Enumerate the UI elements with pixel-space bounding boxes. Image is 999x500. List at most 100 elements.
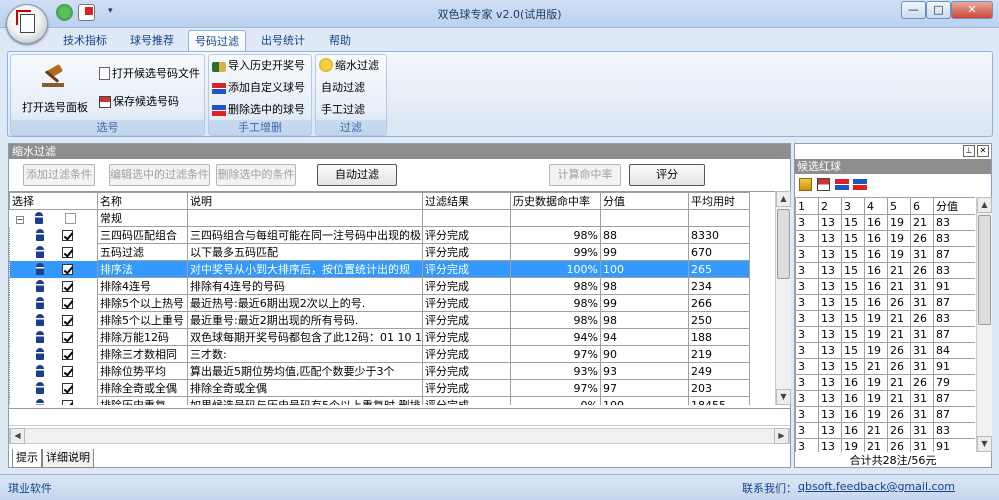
red-table-row[interactable]: 3 13 15 16 26 31 87 [795, 294, 975, 311]
table-row[interactable]: 排除5个以上热号 最近热号:最近6期出现2次以上的号. 评分完成 98% 99 266 [9, 294, 750, 312]
col-header-select[interactable]: 选择 [9, 192, 98, 210]
save-candidate-button[interactable]: 保存候选号码 [99, 93, 179, 111]
tab-help[interactable]: 帮助 [320, 30, 360, 52]
red-table-row[interactable]: 3 13 16 21 26 31 83 [795, 422, 975, 439]
scroll-up-icon[interactable]: ▲ [776, 191, 791, 207]
red-col-header[interactable]: 6 [910, 197, 934, 215]
row-checkbox[interactable] [61, 348, 73, 360]
red-table-row[interactable]: 3 13 15 16 21 31 91 [795, 278, 975, 295]
add-custom-ball-button[interactable]: 添加自定义球号 [212, 79, 305, 97]
manual-filter-button[interactable]: 手工过滤 [321, 101, 365, 119]
panel-close-icon[interactable]: ✕ [977, 145, 989, 157]
red-table-scrollbar[interactable]: ▲ ▼ [976, 197, 992, 452]
scroll-left-icon[interactable]: ◀ [10, 428, 25, 444]
row-checkbox[interactable] [61, 280, 73, 292]
red-col-header[interactable]: 2 [818, 197, 842, 215]
minimize-button[interactable]: — [901, 1, 926, 19]
horizontal-scrollbar[interactable]: ◀ ▶ [9, 428, 790, 444]
table-row[interactable]: 五码过滤 以下最多五码匹配 评分完成 99% 99 670 [9, 243, 750, 261]
row-checkbox[interactable] [61, 399, 73, 405]
col-header-score[interactable]: 分值 [600, 192, 689, 210]
red-table-row[interactable]: 3 13 15 19 26 31 84 [795, 342, 975, 359]
pin-icon[interactable]: ⊥ [963, 145, 975, 157]
red-col-header[interactable]: 4 [864, 197, 888, 215]
row-checkbox[interactable] [61, 229, 73, 241]
refresh-icon[interactable] [56, 4, 73, 21]
red-scroll-down-icon[interactable]: ▼ [977, 436, 992, 452]
tab-technical-indicators[interactable]: 技术指标 [56, 30, 114, 52]
tip-text-area[interactable] [9, 408, 790, 426]
col-header-hit-rate[interactable]: 历史数据命中率 [510, 192, 601, 210]
score-button[interactable]: 评分 [629, 164, 705, 186]
remove-red-icon[interactable] [853, 179, 867, 190]
red-table-row[interactable]: 3 13 15 16 19 31 87 [795, 246, 975, 263]
red-col-header[interactable]: 3 [841, 197, 865, 215]
red-table-row[interactable]: 3 13 16 19 21 26 79 [795, 374, 975, 391]
red-col-header[interactable]: 分值 [933, 197, 975, 215]
tab-tips[interactable]: 提示 [12, 449, 42, 468]
red-table-row[interactable]: 3 13 15 16 19 26 83 [795, 230, 975, 247]
tree-collapse-icon[interactable]: − [15, 215, 24, 224]
row-checkbox[interactable] [61, 263, 73, 275]
red-table-row[interactable]: 3 13 15 19 21 26 83 [795, 310, 975, 327]
delete-filter-button[interactable]: 删除选中的条件 [216, 164, 296, 186]
row-checkbox[interactable] [61, 331, 73, 343]
table-row[interactable]: 排除三才数相同 三才数: 评分完成 97% 90 219 [9, 345, 750, 363]
row-checkbox[interactable] [61, 297, 73, 309]
red-table-row[interactable]: 3 13 16 19 26 31 87 [795, 406, 975, 423]
tab-ball-recommend[interactable]: 球号推荐 [122, 30, 182, 52]
app-menu-button[interactable] [6, 4, 48, 44]
save-red-icon[interactable] [817, 178, 830, 191]
auto-filter-run-button[interactable]: 自动过滤 [317, 164, 397, 186]
red-col-header[interactable]: 5 [887, 197, 911, 215]
col-header-desc[interactable]: 说明 [187, 192, 423, 210]
col-header-result[interactable]: 过滤结果 [422, 192, 511, 210]
table-row[interactable]: 排序法 对中奖号从小到大排序后，按位置统计出的规 评分完成 100% 100 265 [9, 260, 750, 278]
document-icon[interactable] [78, 4, 95, 21]
table-row[interactable]: 排除4连号 排除有4连号的号码 评分完成 98% 98 234 [9, 277, 750, 295]
tab-number-filter[interactable]: 号码过滤 [188, 30, 246, 52]
quick-access-dropdown-icon[interactable]: ▾ [108, 6, 113, 16]
import-history-button[interactable]: 导入历史开奖号 [212, 57, 305, 75]
table-row[interactable]: 排除历史重复如果候选号码与历史号码有5个以上重复时,删排评分完成0%100184… [9, 396, 750, 405]
table-vertical-scrollbar[interactable]: ▲ ▼ [775, 191, 791, 405]
red-table-row[interactable]: 3 13 15 19 21 31 87 [795, 326, 975, 343]
calc-hit-rate-button[interactable]: 计算命中率 [549, 164, 621, 186]
red-table-row[interactable]: 3 13 15 16 21 26 83 [795, 262, 975, 279]
row-checkbox[interactable] [61, 314, 73, 326]
col-header-avg-time[interactable]: 平均用时 [688, 192, 750, 210]
tab-details[interactable]: 详细说明 [42, 449, 94, 468]
scroll-thumb[interactable] [777, 209, 790, 279]
red-scroll-up-icon[interactable]: ▲ [977, 197, 992, 213]
table-row[interactable]: 排除全奇或全偶 排除全奇或全偶 评分完成 97% 97 203 [9, 379, 750, 397]
red-col-header[interactable]: 1 [795, 197, 819, 215]
open-selection-panel-button[interactable]: 打开选号面板 [15, 61, 95, 114]
folder-open-icon[interactable] [799, 178, 812, 191]
red-table-row[interactable]: 3 13 19 21 26 31 91 [795, 438, 975, 452]
red-table-row[interactable]: 3 13 15 21 26 31 91 [795, 358, 975, 375]
row-checkbox[interactable] [61, 246, 73, 258]
maximize-button[interactable]: □ [926, 1, 951, 19]
add-filter-button[interactable]: 添加过滤条件 [23, 164, 95, 186]
row-checkbox[interactable] [61, 382, 73, 394]
close-button[interactable]: ✕ [951, 1, 993, 19]
add-red-icon[interactable] [835, 179, 849, 190]
row-checkbox[interactable] [61, 365, 73, 377]
table-row[interactable]: 排除位势平均 算出最近5期位势均值,匹配个数要少于3个 评分完成 93% 93 249 [9, 362, 750, 380]
table-row[interactable]: 排除万能12码 双色球每期开奖号码都包含了此12码：01 10 11 评分完成 94%… [9, 328, 750, 346]
open-candidate-file-button[interactable]: 打开候选号码文件 [99, 65, 200, 83]
delete-selected-ball-button[interactable]: 删除选中的球号 [212, 101, 305, 119]
red-table-row[interactable]: 3 13 15 16 19 21 83 [795, 214, 975, 231]
shrink-filter-button[interactable]: 缩水过滤 [319, 57, 379, 75]
scroll-down-icon[interactable]: ▼ [776, 389, 791, 405]
scroll-right-icon[interactable]: ▶ [774, 428, 789, 444]
auto-filter-button[interactable]: 自动过滤 [321, 79, 365, 97]
red-table-row[interactable]: 3 13 16 19 21 31 87 [795, 390, 975, 407]
group-row[interactable]: − 常规 [10, 209, 750, 227]
red-scroll-thumb[interactable] [978, 215, 991, 325]
group-checkbox[interactable] [64, 212, 76, 224]
contact-email-link[interactable]: qbsoft.feedback@gmail.com [798, 480, 955, 493]
tab-draw-statistics[interactable]: 出号统计 [254, 30, 312, 52]
table-row[interactable]: 三四码匹配组合 三四码组合与每组可能在同一注号码中出现的极 评分完成 98% 88 833… [9, 226, 750, 244]
col-header-name[interactable]: 名称 [97, 192, 188, 210]
